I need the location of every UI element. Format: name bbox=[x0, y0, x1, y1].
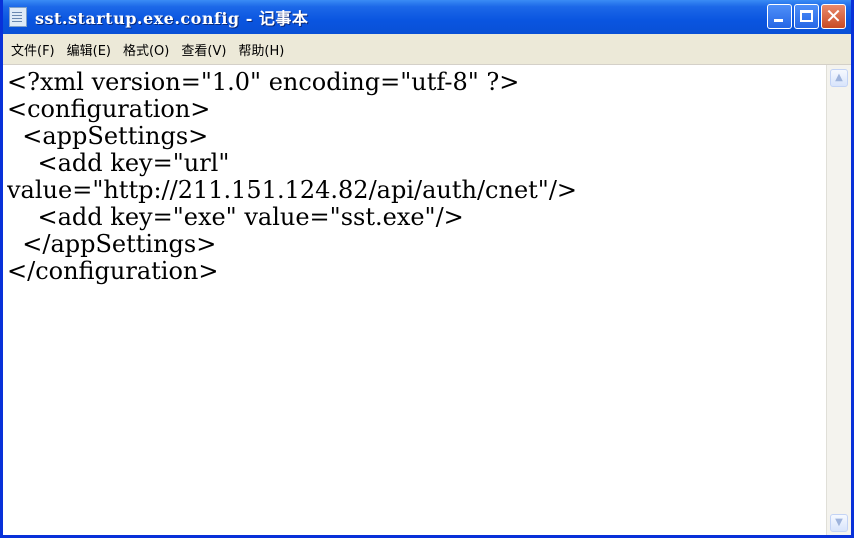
text-line: <?xml version="1.0" encoding="utf-8" ?> bbox=[7, 69, 520, 96]
maximize-icon bbox=[800, 10, 813, 22]
text-line: <appSettings> bbox=[7, 122, 209, 150]
arrow-down-icon: ▼ bbox=[835, 517, 843, 528]
window-controls: ✕ bbox=[767, 4, 846, 29]
maximize-button[interactable] bbox=[794, 4, 819, 29]
scroll-up-button[interactable]: ▲ bbox=[830, 69, 848, 87]
minimize-button[interactable] bbox=[767, 4, 792, 29]
close-icon: ✕ bbox=[825, 4, 842, 28]
menu-bar: 文件(F) 编辑(E) 格式(O) 查看(V) 帮助(H) bbox=[3, 34, 851, 65]
scroll-down-button[interactable]: ▼ bbox=[830, 514, 848, 532]
minimize-icon bbox=[774, 19, 783, 22]
menu-edit[interactable]: 编辑(E) bbox=[67, 40, 111, 59]
text-line: </configuration> bbox=[7, 257, 219, 285]
menu-file[interactable]: 文件(F) bbox=[11, 40, 55, 59]
text-line: </appSettings> bbox=[7, 230, 217, 258]
text-line: value="http://211.151.124.82/api/auth/cn… bbox=[7, 176, 578, 204]
notepad-window: sst.startup.exe.config - 记事本 ✕ 文件(F) 编辑(… bbox=[0, 0, 854, 538]
close-button[interactable]: ✕ bbox=[821, 4, 846, 29]
text-editor[interactable]: <?xml version="1.0" encoding="utf-8" ?> <… bbox=[3, 65, 851, 538]
title-bar[interactable]: sst.startup.exe.config - 记事本 ✕ bbox=[3, 0, 851, 34]
text-line: <add key="exe" value="sst.exe"/> bbox=[7, 203, 464, 231]
notepad-icon[interactable] bbox=[9, 7, 27, 27]
text-line: <configuration> bbox=[7, 95, 211, 123]
menu-view[interactable]: 查看(V) bbox=[181, 40, 226, 59]
vertical-scrollbar[interactable]: ▲ ▼ bbox=[826, 65, 851, 538]
text-line: <add key="url" bbox=[7, 149, 230, 177]
window-title: sst.startup.exe.config - 记事本 bbox=[35, 9, 309, 28]
menu-format[interactable]: 格式(O) bbox=[123, 40, 169, 59]
arrow-up-icon: ▲ bbox=[835, 72, 843, 83]
document-text[interactable]: <?xml version="1.0" encoding="utf-8" ?> <… bbox=[7, 69, 817, 534]
menu-help[interactable]: 帮助(H) bbox=[238, 40, 284, 59]
